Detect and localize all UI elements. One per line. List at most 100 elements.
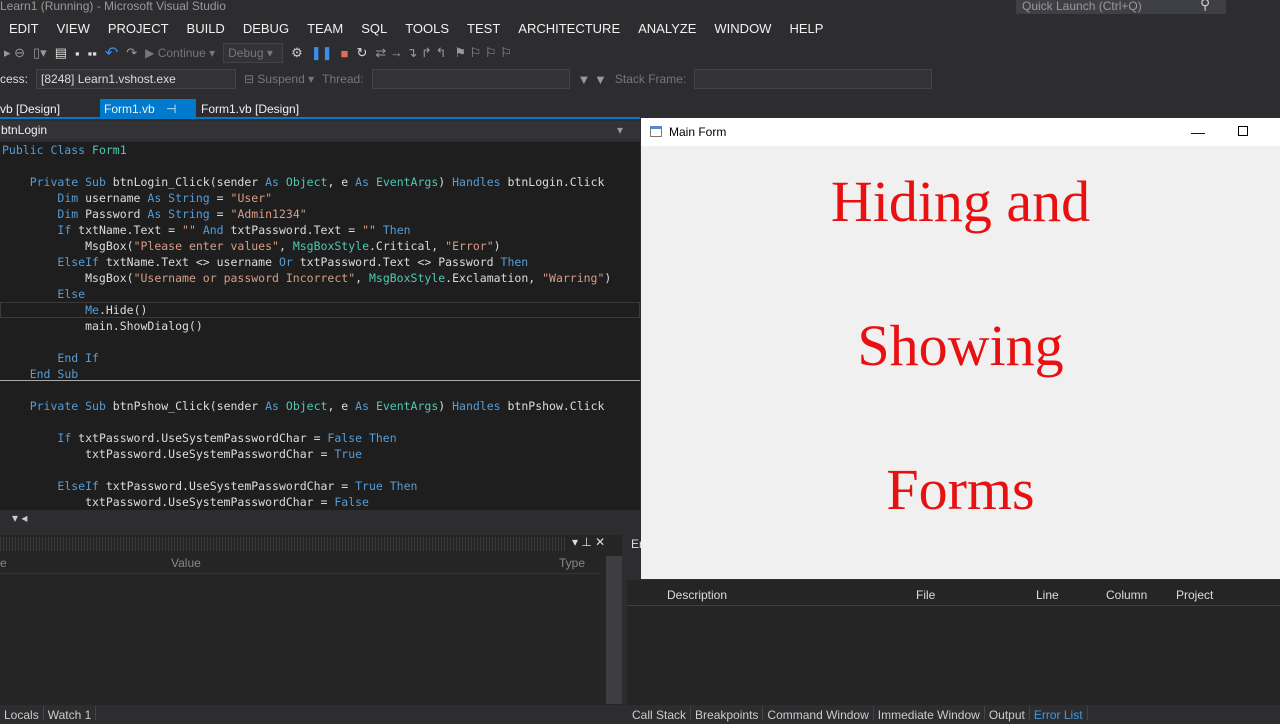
code-line[interactable]: If txtName.Text = "" And txtPassword.Tex… bbox=[0, 222, 640, 238]
main-form-titlebar[interactable]: Main Form — bbox=[641, 118, 1280, 146]
code-line[interactable]: Private Sub btnPshow_Click(sender As Obj… bbox=[0, 398, 640, 414]
thread-dropdown[interactable] bbox=[371, 69, 570, 89]
code-line[interactable]: Dim Password As String = "Admin1234" bbox=[0, 206, 640, 222]
tab-immediate-window[interactable]: Immediate Window bbox=[874, 706, 985, 722]
code-token: Public Class bbox=[2, 143, 93, 157]
tab-form1-design[interactable]: Form1.vb [Design] bbox=[197, 99, 303, 119]
menu-edit[interactable]: EDIT bbox=[0, 18, 48, 40]
pin-icon[interactable]: ⊥ bbox=[581, 535, 591, 549]
menu-window[interactable]: WINDOW bbox=[705, 18, 780, 40]
tab-locals[interactable]: Locals bbox=[0, 706, 44, 722]
menu-project[interactable]: PROJECT bbox=[99, 18, 178, 40]
col-name[interactable]: me bbox=[0, 556, 7, 570]
code-line[interactable]: Else bbox=[0, 286, 640, 302]
code-line[interactable]: Dim username As String = "User" bbox=[0, 190, 640, 206]
filter-icon[interactable]: ▼ ▼ bbox=[578, 72, 607, 87]
tab-watch1[interactable]: Watch 1 bbox=[44, 706, 97, 722]
quick-launch-input[interactable]: Quick Launch (Ctrl+Q) bbox=[1016, 0, 1226, 14]
thread-label: Thread: bbox=[322, 72, 364, 86]
member-value: btnLogin bbox=[1, 123, 48, 137]
pause-icon[interactable]: ❚❚ bbox=[311, 45, 333, 61]
attach-icon[interactable]: ⚙ bbox=[291, 45, 303, 61]
tab-error-list[interactable]: Error List bbox=[1030, 706, 1088, 722]
suspend-button[interactable]: ⊟ Suspend ▾ bbox=[244, 72, 314, 86]
member-dropdown[interactable]: btnLogin ▾ bbox=[0, 121, 640, 139]
col-description[interactable]: Description bbox=[667, 588, 727, 602]
code-line[interactable]: ElseIf txtName.Text <> username Or txtPa… bbox=[0, 254, 640, 270]
vertical-scrollbar[interactable] bbox=[606, 556, 622, 704]
panel-grip[interactable] bbox=[0, 537, 565, 551]
pin-icon[interactable]: ⊣ bbox=[166, 102, 176, 116]
menu-help[interactable]: HELP bbox=[780, 18, 832, 40]
output-tabs: Call Stack Breakpoints Command Window Im… bbox=[628, 706, 1088, 722]
close-icon[interactable]: ✕ bbox=[595, 535, 605, 549]
menu-view[interactable]: VIEW bbox=[48, 18, 99, 40]
new-project-icon[interactable]: ▯▾ bbox=[33, 45, 47, 61]
stop-icon[interactable]: ■ bbox=[341, 46, 349, 61]
save-all-icon[interactable]: ▪▪ bbox=[88, 46, 97, 61]
code-line[interactable]: MsgBox("Please enter values", MsgBoxStyl… bbox=[0, 238, 640, 254]
code-line[interactable]: End If bbox=[0, 350, 640, 366]
code-line[interactable]: ElseIf txtPassword.UseSystemPasswordChar… bbox=[0, 478, 640, 494]
code-token: ) bbox=[438, 175, 453, 189]
zoom-dropdown-icon[interactable]: ▾ ◂ bbox=[0, 511, 27, 525]
code-line[interactable]: Public Class Form1 bbox=[0, 142, 640, 158]
code-line[interactable] bbox=[0, 334, 640, 350]
menu-architecture[interactable]: ARCHITECTURE bbox=[509, 18, 629, 40]
menu-team[interactable]: TEAM bbox=[298, 18, 352, 40]
code-token: As bbox=[355, 175, 376, 189]
code-line[interactable]: If txtPassword.UseSystemPasswordChar = F… bbox=[0, 430, 640, 446]
dropdown-icon[interactable]: ▾ bbox=[572, 535, 578, 549]
minimize-icon[interactable]: — bbox=[1191, 118, 1205, 146]
tab-breakpoints[interactable]: Breakpoints bbox=[691, 706, 764, 722]
save-icon[interactable]: ▪ bbox=[75, 46, 80, 61]
col-file[interactable]: File bbox=[916, 588, 935, 602]
col-column[interactable]: Column bbox=[1106, 588, 1147, 602]
code-line[interactable] bbox=[0, 382, 640, 398]
code-token: Handles bbox=[452, 399, 508, 413]
menu-build[interactable]: BUILD bbox=[178, 18, 234, 40]
open-icon[interactable]: ▤ bbox=[55, 45, 67, 61]
col-value[interactable]: Value bbox=[171, 556, 201, 570]
col-type[interactable]: Type bbox=[559, 556, 585, 570]
tab-form1-vb[interactable]: Form1.vb ⊣ ✕ bbox=[100, 99, 196, 136]
col-line[interactable]: Line bbox=[1036, 588, 1059, 602]
tab-output[interactable]: Output bbox=[985, 706, 1030, 722]
code-line[interactable]: MsgBox("Username or password Incorrect",… bbox=[0, 270, 640, 286]
redo-icon[interactable]: ↷ bbox=[126, 45, 137, 61]
col-project[interactable]: Project bbox=[1176, 588, 1213, 602]
main-form-title: Main Form bbox=[669, 125, 727, 139]
continue-button[interactable]: ▶ Continue ▾ bbox=[145, 46, 215, 60]
process-label: cess: bbox=[0, 72, 29, 86]
code-line[interactable]: txtPassword.UseSystemPasswordChar = Fals… bbox=[0, 494, 640, 510]
menu-test[interactable]: TEST bbox=[458, 18, 509, 40]
code-line[interactable]: main.ShowDialog() bbox=[0, 318, 640, 334]
code-line[interactable] bbox=[0, 414, 640, 430]
locals-header: me Value Type bbox=[0, 556, 600, 574]
tab-design[interactable]: vb [Design] bbox=[0, 99, 64, 119]
code-token: ElseIf bbox=[57, 255, 106, 269]
config-dropdown[interactable]: Debug ▾ bbox=[223, 43, 284, 63]
main-form-window: Main Form — Hiding and Showing Forms bbox=[641, 118, 1280, 579]
maximize-icon[interactable] bbox=[1238, 126, 1248, 136]
forward-icon[interactable]: ▸ ⊖ bbox=[4, 45, 25, 61]
tab-call-stack[interactable]: Call Stack bbox=[628, 706, 692, 722]
restart-icon[interactable]: ↻ bbox=[356, 45, 367, 61]
code-line[interactable]: txtPassword.UseSystemPasswordChar = True bbox=[0, 446, 640, 462]
bookmark-icons[interactable]: ⚑ ⚐ ⚐ ⚐ bbox=[454, 45, 511, 61]
undo-icon[interactable]: ↶ bbox=[105, 43, 118, 63]
horizontal-scrollbar[interactable]: ▾ ◂ bbox=[0, 511, 640, 529]
stack-frame-dropdown[interactable] bbox=[694, 69, 933, 89]
search-icon[interactable]: ⚲ bbox=[1200, 0, 1210, 13]
menu-sql[interactable]: SQL bbox=[352, 18, 396, 40]
tab-command-window[interactable]: Command Window bbox=[763, 706, 874, 722]
menu-tools[interactable]: TOOLS bbox=[396, 18, 458, 40]
process-dropdown[interactable]: [8248] Learn1.vshost.exe bbox=[36, 69, 237, 89]
code-line[interactable] bbox=[0, 158, 640, 174]
menu-debug[interactable]: DEBUG bbox=[234, 18, 298, 40]
step-icons[interactable]: ⇄ → ↴ ↱ ↰ bbox=[375, 45, 446, 61]
menu-analyze[interactable]: ANALYZE bbox=[629, 18, 705, 40]
code-line[interactable]: Private Sub btnLogin_Click(sender As Obj… bbox=[0, 174, 640, 190]
code-line[interactable] bbox=[0, 462, 640, 478]
code-editor[interactable]: Public Class Form1 Private Sub btnLogin_… bbox=[0, 142, 640, 510]
